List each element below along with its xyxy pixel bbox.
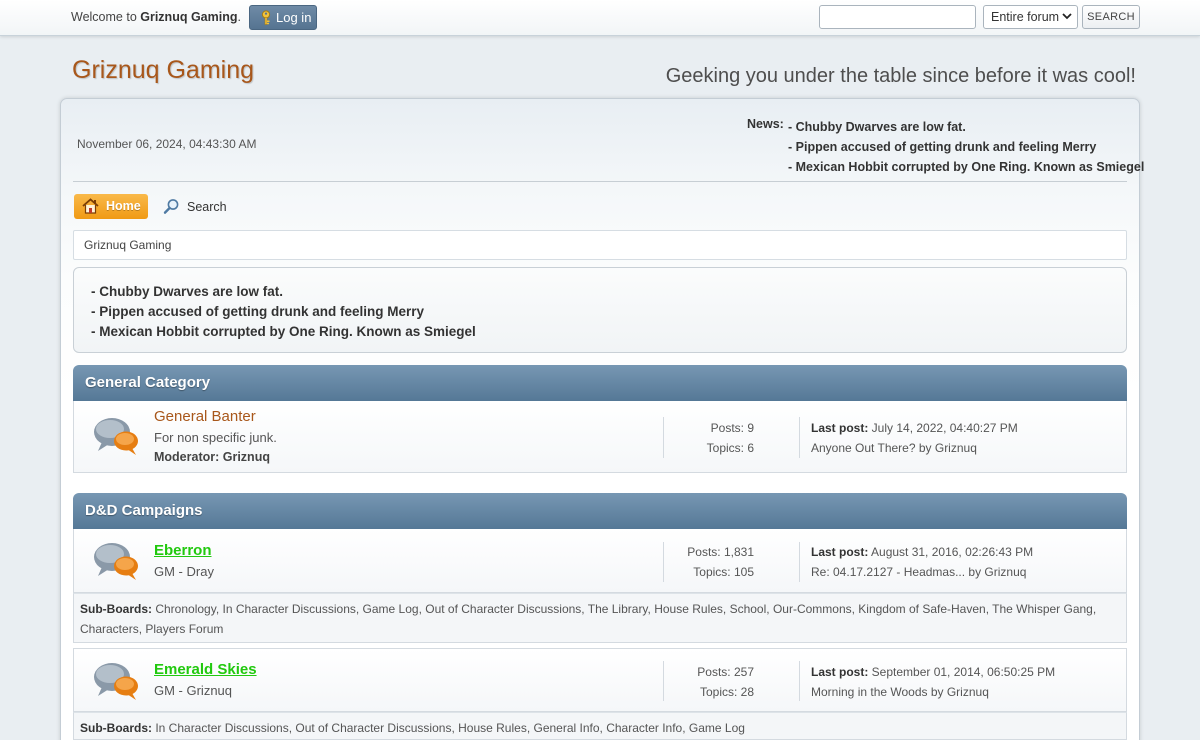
- news-label: News:: [747, 117, 784, 131]
- stats-divider: [663, 542, 664, 582]
- board-description: GM - Griznuq: [154, 683, 233, 698]
- news-box-item: - Mexican Hobbit corrupted by One Ring. …: [91, 324, 476, 339]
- board-last-post: Last post: July 14, 2022, 04:40:27 PM An…: [811, 418, 1018, 458]
- login-button[interactable]: Log in: [249, 5, 317, 30]
- board-row-eberron: Eberron GM - Dray Posts: 1,831 Topics: 1…: [73, 529, 1127, 593]
- menu-search-link[interactable]: Search: [163, 196, 227, 218]
- board-chat-bubbles-new-icon: [94, 543, 138, 580]
- board-stats: Posts: 257 Topics: 28: [697, 662, 754, 702]
- home-icon: [82, 198, 99, 214]
- board-chat-bubbles-icon: [94, 418, 138, 455]
- topics-count: Topics: 105: [693, 565, 754, 579]
- subboards-label: Sub-Boards:: [80, 602, 152, 616]
- search-input[interactable]: [819, 5, 976, 29]
- board-row-emerald-skies: Emerald Skies GM - Griznuq Posts: 257 To…: [73, 648, 1127, 712]
- welcome-site-name: Griznuq Gaming: [140, 10, 238, 24]
- board-last-post: Last post: August 31, 2016, 02:26:43 PM …: [811, 542, 1033, 582]
- login-label: Log in: [276, 10, 312, 25]
- last-post-label: Last post:: [811, 545, 869, 559]
- last-post-link[interactable]: Re: 04.17.2127 - Headmas... by Griznuq: [811, 565, 1026, 579]
- search-icon: [163, 199, 179, 214]
- subboards-label: Sub-Boards:: [80, 721, 152, 735]
- last-post-link[interactable]: Anyone Out There? by Griznuq: [811, 441, 977, 455]
- board-description: For non specific junk.: [154, 430, 277, 445]
- search-scope-value: Entire forum: [991, 10, 1060, 24]
- category-title: D&D Campaigns: [85, 502, 203, 519]
- posts-count: Posts: 9: [710, 421, 754, 435]
- lastpost-divider: [799, 661, 800, 701]
- lastpost-divider: [799, 417, 800, 458]
- posts-count: Posts: 257: [697, 665, 754, 679]
- menu-search-label: Search: [187, 200, 227, 214]
- lastpost-divider: [799, 542, 800, 582]
- board-chat-bubbles-new-icon: [94, 663, 138, 700]
- board-title-link[interactable]: Eberron: [154, 542, 212, 559]
- welcome-suffix: .: [237, 10, 241, 24]
- subboards-links[interactable]: Chronology, In Character Discussions, Ga…: [80, 602, 1096, 636]
- board-stats: Posts: 9 Topics: 6: [707, 418, 754, 458]
- subboards-links[interactable]: In Character Discussions, Out of Charact…: [152, 721, 745, 735]
- board-stats: Posts: 1,831 Topics: 105: [687, 542, 754, 582]
- welcome-prefix: Welcome to: [71, 10, 141, 24]
- posts-count: Posts: 1,831: [687, 545, 754, 559]
- category-header-general[interactable]: General Category: [73, 365, 1127, 401]
- topics-count: Topics: 6: [706, 441, 754, 455]
- breadcrumb: Griznuq Gaming: [73, 230, 1127, 260]
- last-post-label: Last post:: [811, 665, 869, 679]
- search-button[interactable]: SEARCH: [1082, 5, 1140, 29]
- last-post-date: September 01, 2014, 06:50:25 PM: [868, 665, 1056, 679]
- news-item: - Pippen accused of getting drunk and fe…: [788, 140, 1097, 154]
- news-item: - Chubby Dwarves are low fat.: [788, 120, 966, 134]
- subboards-emerald-skies: Sub-Boards: In Character Discussions, Ou…: [73, 712, 1127, 740]
- category-header-dnd-campaigns[interactable]: D&D Campaigns: [73, 493, 1127, 529]
- last-post-label: Last post:: [811, 421, 869, 435]
- news-item: - Mexican Hobbit corrupted by One Ring. …: [788, 160, 1145, 174]
- board-last-post: Last post: September 01, 2014, 06:50:25 …: [811, 662, 1055, 702]
- menu-home-label: Home: [106, 199, 141, 213]
- category-title: General Category: [85, 374, 211, 391]
- chevron-down-icon: [1062, 13, 1072, 20]
- subboards-eberron: Sub-Boards: Chronology, In Character Dis…: [73, 593, 1127, 643]
- header-divider: [73, 181, 1127, 182]
- board-title-link[interactable]: Emerald Skies: [154, 661, 257, 678]
- news-box: - Chubby Dwarves are low fat. - Pippen a…: [73, 267, 1127, 353]
- news-box-item: - Chubby Dwarves are low fat.: [91, 284, 284, 299]
- current-datetime: November 06, 2024, 04:43:30 AM: [77, 137, 257, 151]
- menu-home-button[interactable]: Home: [74, 194, 148, 219]
- welcome-message: Welcome to Griznuq Gaming.: [71, 10, 241, 24]
- topics-count: Topics: 28: [699, 685, 754, 699]
- board-moderator[interactable]: Moderator: Griznuq: [154, 450, 270, 464]
- last-post-date: August 31, 2016, 02:26:43 PM: [868, 545, 1034, 559]
- board-description: GM - Dray: [154, 564, 214, 579]
- site-slogan: Geeking you under the table since before…: [665, 65, 1136, 87]
- header-news-list: - Chubby Dwarves are low fat. - Pippen a…: [788, 117, 1144, 177]
- key-icon: [261, 10, 271, 25]
- board-row-general-banter: General Banter For non specific junk. Mo…: [73, 401, 1127, 473]
- search-scope-select[interactable]: Entire forum: [983, 5, 1078, 29]
- stats-divider: [663, 417, 664, 458]
- top-bar: Welcome to Griznuq Gaming. Log in Entire…: [0, 0, 1200, 36]
- last-post-link[interactable]: Morning in the Woods by Griznuq: [811, 685, 989, 699]
- stats-divider: [663, 661, 664, 701]
- board-title-link[interactable]: General Banter: [154, 408, 256, 425]
- site-title[interactable]: Griznuq Gaming: [72, 56, 254, 85]
- breadcrumb-home-link[interactable]: Griznuq Gaming: [84, 238, 171, 252]
- last-post-date: July 14, 2022, 04:40:27 PM: [868, 421, 1018, 435]
- news-box-item: - Pippen accused of getting drunk and fe…: [91, 304, 425, 319]
